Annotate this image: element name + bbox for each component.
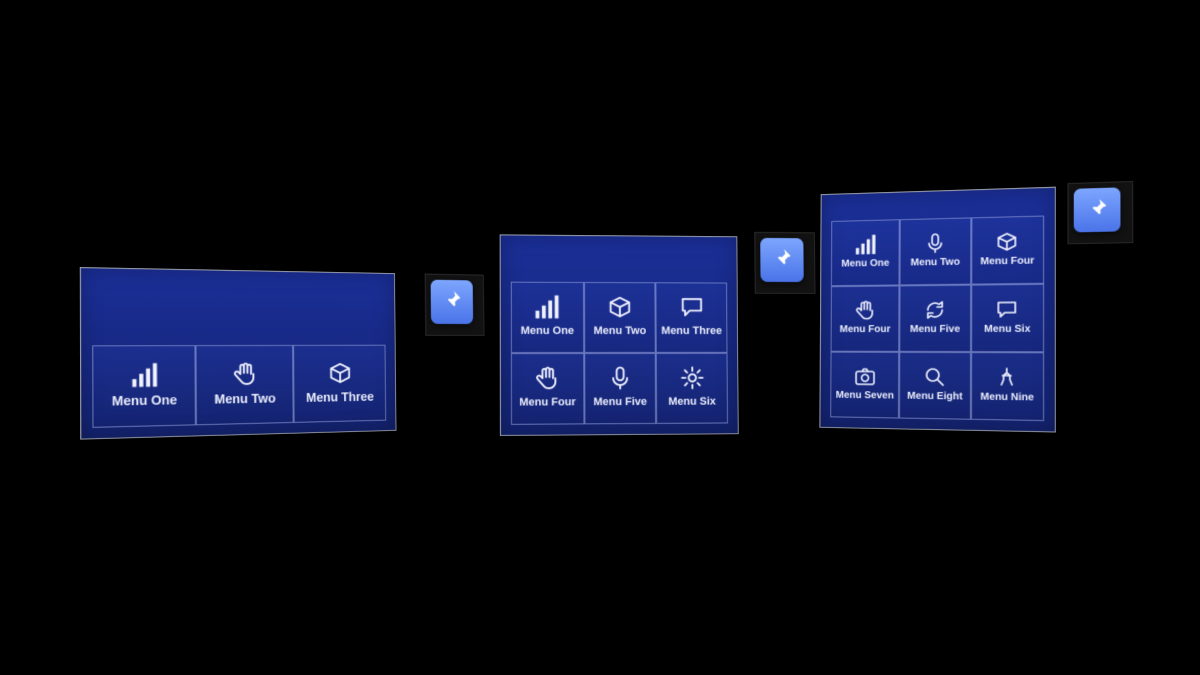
menu-tile-1[interactable]: Menu One (92, 345, 196, 427)
refresh-icon (923, 298, 948, 322)
menu-label: Menu Four (519, 397, 576, 409)
menu-tile-1[interactable]: Menu One (511, 281, 584, 353)
menu-label: Menu Nine (980, 392, 1034, 404)
menu-tile-3[interactable]: Menu Three (293, 345, 386, 423)
menu-tile-8[interactable]: Menu Eight (899, 352, 970, 420)
pin-button-c-wrap (1074, 187, 1121, 232)
pin-button[interactable] (760, 238, 804, 282)
menu-tile-4[interactable]: Menu Four (831, 286, 900, 352)
pin-button[interactable] (1074, 187, 1121, 232)
menu-tile-3[interactable]: Menu Four (971, 216, 1044, 285)
menu-label: Menu Four (980, 256, 1034, 268)
search-icon (922, 365, 947, 389)
menu-label: Menu One (112, 393, 177, 409)
pin-icon (1085, 196, 1108, 224)
menu-tile-6[interactable]: Menu Six (971, 284, 1044, 352)
bars-icon (129, 360, 159, 389)
menu-label: Menu Eight (907, 391, 962, 403)
menu-tile-2[interactable]: Menu Two (195, 345, 293, 425)
pin-button-b-wrap (760, 238, 804, 282)
menu-label: Menu One (521, 325, 574, 337)
bars-icon (533, 293, 561, 321)
menu-tile-3[interactable]: Menu Three (656, 282, 728, 353)
menu-tile-4[interactable]: Menu Four (511, 353, 584, 425)
panel-1x3: Menu One Menu Two Menu Three (80, 267, 397, 440)
menu-label: Menu Three (661, 325, 722, 337)
menu-tile-2[interactable]: Menu Two (584, 282, 656, 353)
hand-icon (533, 365, 561, 393)
menu-label: Menu One (841, 258, 889, 270)
menu-label: Menu Two (911, 257, 960, 269)
pin-button[interactable] (431, 280, 474, 324)
hand-icon (231, 360, 260, 388)
hand-icon (853, 299, 877, 323)
camera-icon (853, 365, 877, 389)
pin-icon (771, 246, 793, 273)
menu-label: Menu Six (668, 396, 716, 408)
menu-label: Menu Seven (836, 390, 894, 402)
pin-button-a-wrap (431, 280, 474, 324)
menu-tile-5[interactable]: Menu Five (584, 353, 657, 425)
mic-icon (923, 231, 948, 255)
menu-tile-7[interactable]: Menu Seven (830, 352, 899, 419)
mic-icon (606, 364, 634, 392)
menu-label: Menu Five (910, 324, 960, 335)
hand-skeleton-icon (994, 365, 1019, 390)
chat-icon (994, 298, 1019, 322)
cube-icon (606, 293, 634, 321)
gear-icon (678, 364, 706, 392)
menu-tile-2[interactable]: Menu Two (900, 218, 971, 286)
menu-label: Menu Five (593, 396, 647, 408)
menu-tile-1[interactable]: Menu One (831, 220, 900, 287)
panel-3x3: Menu One Menu Two Menu Four Menu Four Me… (819, 187, 1056, 433)
menu-tile-6[interactable]: Menu Six (656, 353, 728, 424)
menu-label: Menu Three (306, 390, 374, 405)
cube-icon (326, 359, 353, 387)
menu-label: Menu Two (594, 325, 647, 337)
panel-2x3: Menu One Menu Two Menu Three Menu Four M… (500, 234, 739, 436)
menu-label: Menu Two (214, 391, 275, 406)
bars-icon (853, 233, 877, 257)
menu-label: Menu Six (984, 324, 1030, 335)
cube-icon (995, 230, 1020, 255)
chat-icon (678, 293, 706, 321)
menu-label: Menu Four (840, 324, 891, 335)
menu-tile-9[interactable]: Menu Nine (971, 352, 1045, 421)
menu-tile-5[interactable]: Menu Five (900, 285, 971, 352)
pin-icon (441, 288, 462, 315)
